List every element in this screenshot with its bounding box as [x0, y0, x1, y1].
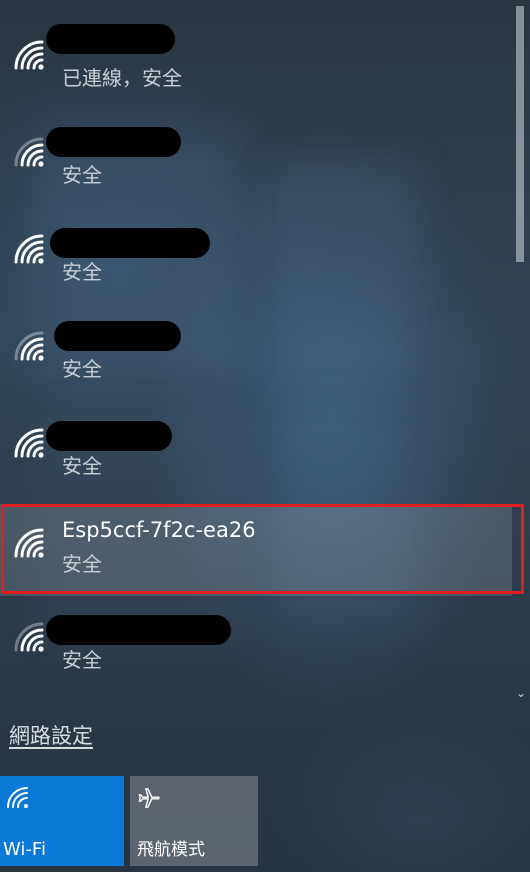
- network-list: 已連線，安全 安全 安全 安全 安全 Esp5ccf-7f2c-ea26 安全 …: [0, 0, 512, 700]
- chevron-down-icon[interactable]: ⌄: [514, 686, 528, 700]
- scrollbar[interactable]: ⌄: [512, 0, 530, 706]
- network-status: 已連線，安全: [62, 66, 182, 90]
- network-item[interactable]: 安全: [0, 291, 512, 387]
- network-item[interactable]: 安全: [0, 582, 512, 678]
- wifi-signal-icon: [12, 526, 46, 560]
- network-status: 安全: [62, 648, 102, 672]
- wifi-toggle-button[interactable]: Wi-Fi: [0, 776, 124, 866]
- network-item[interactable]: 安全: [0, 194, 512, 290]
- redacted-network-name: [46, 615, 231, 645]
- wifi-signal-icon: [12, 232, 46, 266]
- network-item[interactable]: 已連線，安全: [0, 0, 512, 96]
- redacted-network-name: [46, 127, 181, 157]
- network-settings-link[interactable]: 網路設定: [9, 720, 93, 750]
- wifi-signal-icon: [12, 620, 46, 654]
- network-item[interactable]: 安全: [0, 388, 512, 484]
- wifi-signal-icon: [12, 329, 46, 363]
- network-status: 安全: [62, 552, 102, 576]
- wifi-toggle-label: Wi-Fi: [3, 839, 46, 860]
- wifi-signal-icon: [12, 426, 46, 460]
- network-name: Esp5ccf-7f2c-ea26: [62, 518, 256, 542]
- wifi-icon: [6, 786, 30, 810]
- redacted-network-name: [54, 321, 181, 351]
- wifi-network-flyout: 已連線，安全 安全 安全 安全 安全 Esp5ccf-7f2c-ea26 安全 …: [0, 0, 530, 872]
- network-status: 安全: [62, 454, 102, 478]
- airplane-mode-label: 飛航模式: [137, 840, 205, 860]
- network-status: 安全: [62, 357, 102, 381]
- redacted-network-name: [46, 24, 175, 54]
- network-status: 安全: [62, 163, 102, 187]
- airplane-icon: [136, 786, 160, 810]
- airplane-mode-button[interactable]: 飛航模式: [130, 776, 258, 866]
- wifi-signal-icon: [12, 135, 46, 169]
- redacted-network-name: [46, 421, 172, 451]
- redacted-network-name: [50, 228, 210, 258]
- network-status: 安全: [62, 260, 102, 284]
- network-item[interactable]: 安全: [0, 97, 512, 193]
- wifi-signal-icon: [12, 38, 46, 72]
- scrollbar-thumb[interactable]: [516, 6, 524, 262]
